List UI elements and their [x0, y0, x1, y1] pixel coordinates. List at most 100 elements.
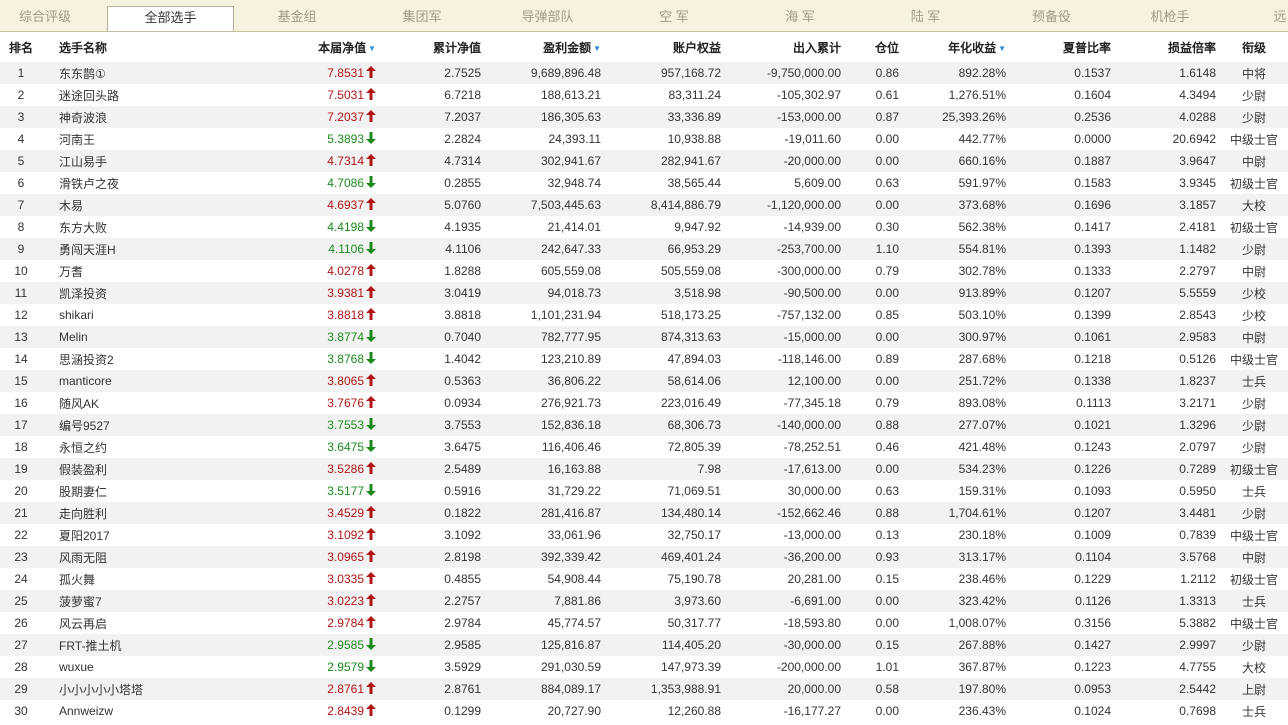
- header-pl-ratio[interactable]: 损益倍率: [1115, 32, 1220, 62]
- header-sharpe[interactable]: 夏普比率: [1010, 32, 1115, 62]
- cell-annual: 373.68%: [905, 194, 1010, 216]
- cell-name[interactable]: 东方大败: [42, 216, 185, 238]
- cell-name[interactable]: 神奇波浪: [42, 106, 185, 128]
- cell-name[interactable]: 夏阳2017: [42, 524, 185, 546]
- cell-rank-title: 士兵: [1220, 590, 1288, 612]
- cell-name[interactable]: Melin: [42, 326, 185, 348]
- cell-rank-title: 少尉: [1220, 392, 1288, 414]
- header-equity[interactable]: 账户权益: [605, 32, 725, 62]
- cell-name[interactable]: 股期妻仁: [42, 480, 185, 502]
- table-row[interactable]: 26 风云再启 2.9784 2.9784 45,774.57 50,317.77 -18,…: [0, 612, 1288, 634]
- tab-2[interactable]: 基金组: [234, 0, 360, 31]
- cell-cum-nav: 2.9784: [380, 612, 485, 634]
- cell-name[interactable]: 编号9527: [42, 414, 185, 436]
- table-row[interactable]: 5 江山易手 4.7314 4.7314 302,941.67 282,941.67 -20…: [0, 150, 1288, 172]
- cell-flow: -20,000.00: [725, 150, 845, 172]
- cell-name[interactable]: Annweizw: [42, 700, 185, 722]
- table-row[interactable]: 4 河南王 5.3893 2.2824 24,393.11 10,938.88 -19,01…: [0, 128, 1288, 150]
- tab-10[interactable]: 远: [1250, 0, 1288, 31]
- sort-down-icon[interactable]: ▼: [593, 44, 601, 53]
- table-row[interactable]: 23 风雨无阻 3.0965 2.8198 392,339.42 469,401.24 -3…: [0, 546, 1288, 568]
- cell-name[interactable]: 迷途回头路: [42, 84, 185, 106]
- table-row[interactable]: 15 manticore 3.8065 0.5363 36,806.22 58,614.0…: [0, 370, 1288, 392]
- tab-8[interactable]: 预备役: [988, 0, 1115, 31]
- header-flow[interactable]: 出入累计: [725, 32, 845, 62]
- cell-cum-nav: 0.4855: [380, 568, 485, 590]
- cell-nav: 4.6937: [185, 194, 380, 216]
- cell-annual: 442.77%: [905, 128, 1010, 150]
- table-row[interactable]: 29 小小小小小塔塔 2.8761 2.8761 884,089.17 1,353,988…: [0, 678, 1288, 700]
- tab-0[interactable]: 综合评级: [0, 0, 90, 31]
- cell-name[interactable]: 河南王: [42, 128, 185, 150]
- tab-1[interactable]: 全部选手: [107, 6, 234, 31]
- cell-name[interactable]: 小小小小小塔塔: [42, 678, 185, 700]
- table-row[interactable]: 9 勇闯天涯H 4.1106 4.1106 242,647.33 66,953.29 -25…: [0, 238, 1288, 260]
- cell-name[interactable]: 假装盈利: [42, 458, 185, 480]
- header-rank-title[interactable]: 衔级: [1220, 32, 1288, 62]
- cell-name[interactable]: wuxue: [42, 656, 185, 678]
- table-row[interactable]: 12 shikari 3.8818 3.8818 1,101,231.94 518,173…: [0, 304, 1288, 326]
- cell-name[interactable]: 永恒之约: [42, 436, 185, 458]
- table-row[interactable]: 19 假装盈利 3.5286 2.5489 16,163.88 7.98 -17,613.0…: [0, 458, 1288, 480]
- cell-rank: 25: [0, 590, 42, 612]
- table-row[interactable]: 3 神奇波浪 7.2037 7.2037 186,305.63 33,336.89 -153…: [0, 106, 1288, 128]
- table-row[interactable]: 14 思涵投资2 3.8768 1.4042 123,210.89 47,894.03 -1…: [0, 348, 1288, 370]
- cell-name[interactable]: 走向胜利: [42, 502, 185, 524]
- header-nav[interactable]: 本届净值 ▼: [185, 32, 380, 62]
- table-row[interactable]: 10 万耆 4.0278 1.8288 605,559.08 505,559.08 -300…: [0, 260, 1288, 282]
- table-row[interactable]: 25 菠萝蜜7 3.0223 2.2757 7,881.86 3,973.60 -6,691…: [0, 590, 1288, 612]
- header-rank[interactable]: 排名: [0, 32, 42, 62]
- sort-down-icon[interactable]: ▼: [998, 44, 1006, 53]
- table-row[interactable]: 13 Melin 3.8774 0.7040 782,777.95 874,313.63-…: [0, 326, 1288, 348]
- table-row[interactable]: 22 夏阳2017 3.1092 3.1092 33,061.96 32,750.17 -1…: [0, 524, 1288, 546]
- tab-7[interactable]: 陆 军: [863, 0, 988, 31]
- table-row[interactable]: 2 迷途回头路 7.5031 6.7218 188,613.21 83,311.24 -10…: [0, 84, 1288, 106]
- table-row[interactable]: 18 永恒之约 3.6475 3.6475 116,406.46 72,805.39 -78…: [0, 436, 1288, 458]
- cell-name[interactable]: 勇闯天涯H: [42, 238, 185, 260]
- cell-annual: 913.89%: [905, 282, 1010, 304]
- cell-name[interactable]: 随风AK: [42, 392, 185, 414]
- header-position[interactable]: 仓位: [845, 32, 905, 62]
- header-cum-nav[interactable]: 累计净值: [380, 32, 485, 62]
- cell-name[interactable]: manticore: [42, 370, 185, 392]
- table-row[interactable]: 24 孤火舞 3.0335 0.4855 54,908.44 75,190.78 20,28…: [0, 568, 1288, 590]
- cell-name[interactable]: shikari: [42, 304, 185, 326]
- cell-flow: -78,252.51: [725, 436, 845, 458]
- table-row[interactable]: 17 编号9527 3.7553 3.7553 152,836.18 68,306.73-…: [0, 414, 1288, 436]
- cell-name[interactable]: FRT-推土机: [42, 634, 185, 656]
- table-row[interactable]: 30 Annweizw 2.8439 0.1299 20,727.90 12,260.88…: [0, 700, 1288, 722]
- table-row[interactable]: 28 wuxue 2.9579 3.5929 291,030.59 147,973.39-…: [0, 656, 1288, 678]
- cell-name[interactable]: 万耆: [42, 260, 185, 282]
- header-annual[interactable]: 年化收益 ▼: [905, 32, 1010, 62]
- tab-9[interactable]: 机枪手: [1115, 0, 1225, 31]
- header-name[interactable]: 选手名称: [42, 32, 185, 62]
- cell-name[interactable]: 东东鹊①: [42, 62, 185, 84]
- table-row[interactable]: 8 东方大败 4.4198 4.1935 21,414.01 9,947.92 -14,93…: [0, 216, 1288, 238]
- table-row[interactable]: 27 FRT-推土机 2.9585 2.9585 125,816.87 114,405.2…: [0, 634, 1288, 656]
- cell-name[interactable]: 风云再启: [42, 612, 185, 634]
- table-row[interactable]: 11 凯泽投资 3.9381 3.0419 94,018.73 3,518.98 -90,5…: [0, 282, 1288, 304]
- table-row[interactable]: 7 木易 4.6937 5.0760 7,503,445.63 8,414,886.79-…: [0, 194, 1288, 216]
- tab-5[interactable]: 空 军: [611, 0, 737, 31]
- table-row[interactable]: 20 股期妻仁 3.5177 0.5916 31,729.22 71,069.51 30,0…: [0, 480, 1288, 502]
- cell-name[interactable]: 江山易手: [42, 150, 185, 172]
- cell-name[interactable]: 木易: [42, 194, 185, 216]
- tab-4[interactable]: 导弹部队: [484, 0, 611, 31]
- table-row[interactable]: 21 走向胜利 3.4529 0.1822 281,416.87 134,480.14 -1…: [0, 502, 1288, 524]
- cell-name[interactable]: 菠萝蜜7: [42, 590, 185, 612]
- sort-down-icon[interactable]: ▼: [368, 44, 376, 53]
- cell-name[interactable]: 孤火舞: [42, 568, 185, 590]
- cell-name[interactable]: 滑铁卢之夜: [42, 172, 185, 194]
- cell-name[interactable]: 凯泽投资: [42, 282, 185, 304]
- header-profit[interactable]: 盈利金额 ▼: [485, 32, 605, 62]
- table-row[interactable]: 6 滑铁卢之夜 4.7086 0.2855 32,948.74 38,565.44 5,60…: [0, 172, 1288, 194]
- arrow-up-icon: [364, 198, 376, 212]
- table-row[interactable]: 1 东东鹊① 7.8531 2.7525 9,689,896.48 957,168.72-…: [0, 62, 1288, 84]
- arrow-down-icon: [364, 176, 376, 190]
- tab-3[interactable]: 集团军: [360, 0, 484, 31]
- cell-name[interactable]: 思涵投资2: [42, 348, 185, 370]
- tab-6[interactable]: 海 军: [737, 0, 863, 31]
- cell-name[interactable]: 风雨无阻: [42, 546, 185, 568]
- table-row[interactable]: 16 随风AK 3.7676 0.0934 276,921.73 223,016.49 -7…: [0, 392, 1288, 414]
- cell-position: 0.93: [845, 546, 905, 568]
